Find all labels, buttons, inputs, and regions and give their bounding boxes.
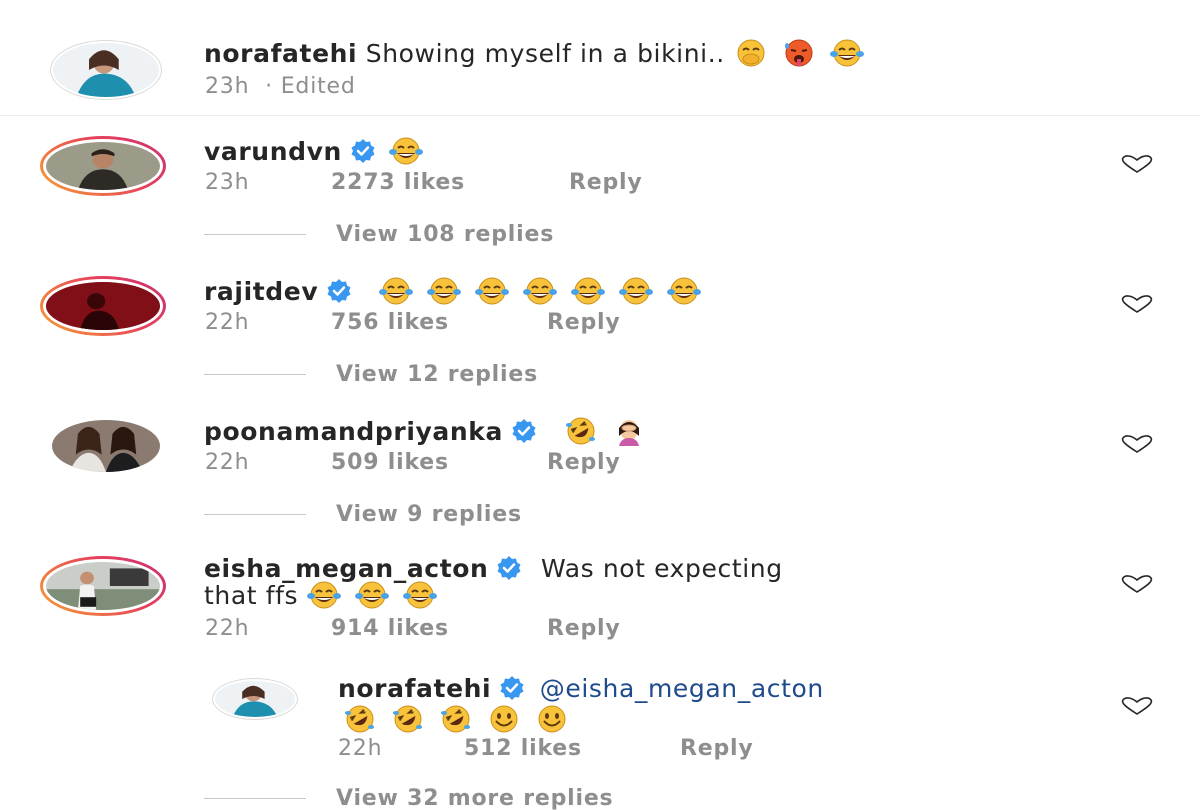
caption-emojis <box>725 39 869 68</box>
comment-row: varundvn 23h 2273 likes Reply View 108 r… <box>0 118 1200 258</box>
reply-button[interactable]: Reply <box>569 170 643 196</box>
verified-badge-icon <box>496 555 522 581</box>
comment-time: 23h <box>205 170 250 195</box>
reply-button[interactable]: Reply <box>680 736 754 762</box>
comment-time: 22h <box>205 310 250 335</box>
tears-of-joy-emoji <box>825 38 869 68</box>
tears-of-joy-emoji <box>398 580 442 610</box>
reply-button[interactable]: Reply <box>547 616 621 642</box>
avatar-poonamandpriyanka[interactable] <box>50 418 162 474</box>
comment-likes[interactable]: 756 likes <box>331 310 449 336</box>
avatar-eisha-megan-acton[interactable] <box>40 556 166 616</box>
caption-time: 23h <box>205 74 250 99</box>
comment-likes[interactable]: 914 likes <box>331 616 449 642</box>
view-replies-button[interactable]: View 9 replies <box>204 502 704 528</box>
comment-emojis <box>555 417 651 446</box>
tears-of-joy-emoji <box>614 276 658 306</box>
replies-divider <box>204 514 306 515</box>
comment-emojis <box>370 277 706 306</box>
tears-of-joy-emoji <box>302 580 346 610</box>
tears-of-joy-emoji <box>350 580 394 610</box>
comment-text: Was not expecting <box>541 554 783 583</box>
view-replies-label[interactable]: View 12 replies <box>336 362 538 387</box>
comment-likes[interactable]: 509 likes <box>331 450 449 476</box>
avatar-norafatehi-reply[interactable] <box>212 678 298 720</box>
comment-row: rajitdev 22h 756 likes Reply View 12 rep… <box>0 258 1200 398</box>
like-heart-icon[interactable] <box>1118 154 1156 174</box>
like-heart-icon[interactable] <box>1118 294 1156 314</box>
reply-time: 22h <box>338 736 383 761</box>
rolling-on-floor-laughing-emoji <box>386 704 430 734</box>
comment-emojis <box>380 137 428 166</box>
replies-divider <box>204 234 306 235</box>
view-replies-label[interactable]: View 108 replies <box>336 222 554 247</box>
reply-button[interactable]: Reply <box>547 310 621 336</box>
hot-face-emoji <box>777 38 821 68</box>
woman-facepalming-emoji <box>607 416 651 446</box>
comment-row: eisha_megan_acton Was not expecting that… <box>0 538 1200 658</box>
avatar-varundvn[interactable] <box>40 136 166 196</box>
view-replies-label[interactable]: View 9 replies <box>336 502 522 527</box>
comment-likes[interactable]: 2273 likes <box>331 170 465 196</box>
replies-divider <box>204 374 306 375</box>
view-replies-button[interactable]: View 108 replies <box>204 222 704 248</box>
like-heart-icon[interactable] <box>1118 574 1156 594</box>
comment-time: 22h <box>205 616 250 641</box>
tears-of-joy-emoji <box>566 276 610 306</box>
caption-username[interactable]: norafatehi <box>204 39 357 68</box>
tears-of-joy-emoji <box>470 276 514 306</box>
tears-of-joy-emoji <box>384 136 428 166</box>
caption-text: Showing myself in a bikini.. <box>365 39 725 68</box>
tears-of-joy-emoji <box>374 276 418 306</box>
like-heart-icon[interactable] <box>1118 434 1156 454</box>
hand-over-mouth-emoji <box>729 38 773 68</box>
smiling-face-emoji <box>530 704 574 734</box>
like-heart-icon[interactable] <box>1118 696 1156 716</box>
caption-edited: · Edited <box>265 74 356 99</box>
reply-username[interactable]: norafatehi <box>338 674 491 703</box>
rolling-on-floor-laughing-emoji <box>338 704 382 734</box>
verified-badge-icon <box>499 675 525 701</box>
post-caption: norafatehi Showing myself in a bikini.. … <box>0 0 1200 116</box>
comment-username[interactable]: poonamandpriyanka <box>204 417 503 446</box>
comment-username[interactable]: eisha_megan_acton <box>204 554 488 583</box>
comment-username[interactable]: varundvn <box>204 137 342 166</box>
tears-of-joy-emoji <box>422 276 466 306</box>
smiling-face-emoji <box>482 704 526 734</box>
verified-badge-icon <box>511 418 537 444</box>
verified-badge-icon <box>326 278 352 304</box>
comment-username[interactable]: rajitdev <box>204 277 318 306</box>
comment-row: poonamandpriyanka 22h 509 likes Reply Vi… <box>0 398 1200 538</box>
comment-time: 22h <box>205 450 250 475</box>
avatar-rajitdev[interactable] <box>40 276 166 336</box>
comment-text-continued: that ffs <box>204 581 299 610</box>
reply-emojis <box>334 705 574 734</box>
reply-row: norafatehi @eisha_megan_acton 22h 512 li… <box>0 660 1200 810</box>
view-replies-button[interactable]: View 12 replies <box>204 362 704 388</box>
rolling-on-floor-laughing-emoji <box>434 704 478 734</box>
comment-emojis <box>298 581 442 610</box>
reply-button[interactable]: Reply <box>547 450 621 476</box>
reply-mention-link[interactable]: @eisha_megan_acton <box>540 674 824 703</box>
replies-divider <box>204 798 306 799</box>
reply-likes[interactable]: 512 likes <box>464 736 582 762</box>
view-more-replies-label[interactable]: View 32 more replies <box>336 786 613 810</box>
tears-of-joy-emoji <box>518 276 562 306</box>
avatar-norafatehi[interactable] <box>50 40 162 100</box>
view-more-replies-button[interactable]: View 32 more replies <box>204 786 804 810</box>
verified-badge-icon <box>350 138 376 164</box>
rolling-on-floor-laughing-emoji <box>559 416 603 446</box>
tears-of-joy-emoji <box>662 276 706 306</box>
